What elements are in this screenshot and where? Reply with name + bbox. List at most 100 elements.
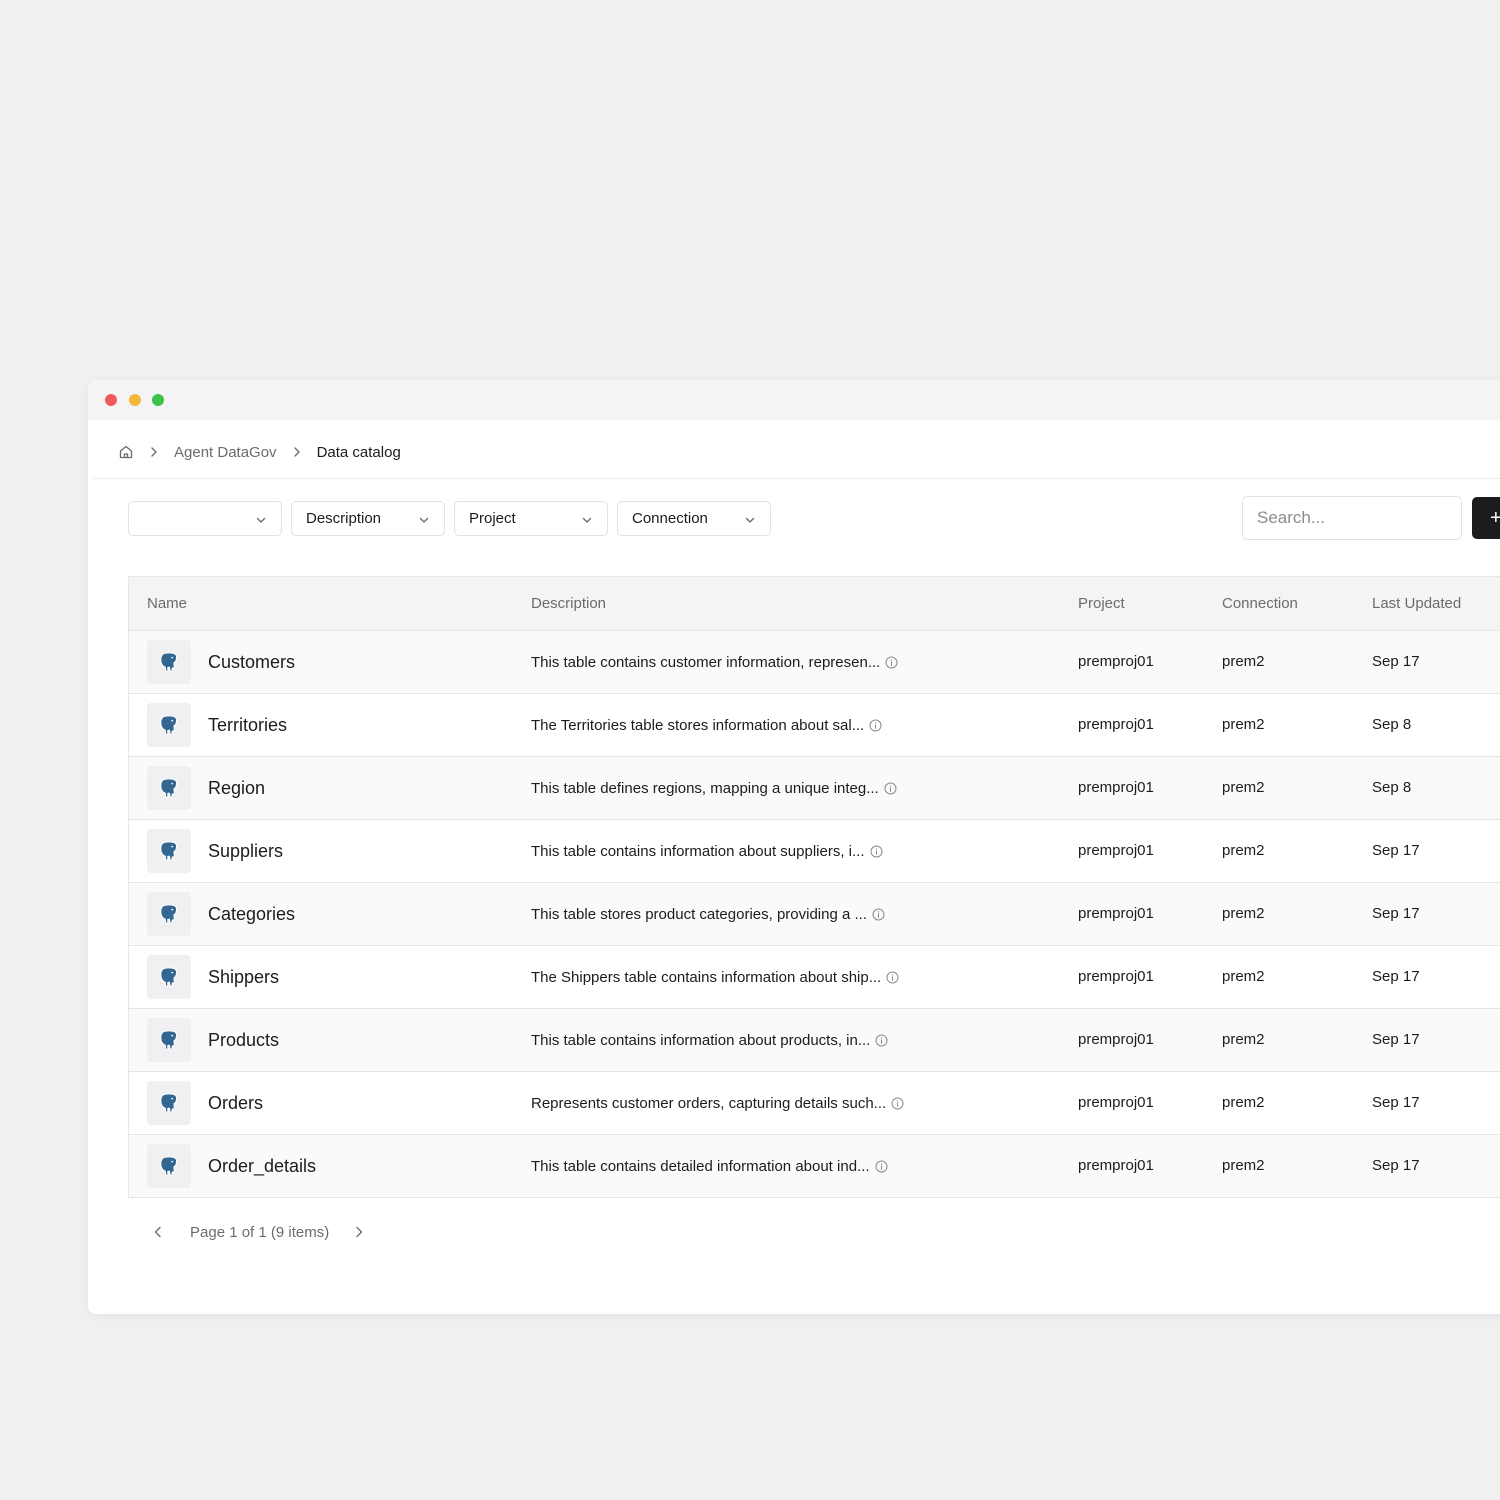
row-last-updated: Sep 17 [1372,905,1420,922]
row-description-text: This table contains customer information… [531,653,881,671]
title-bar [88,380,1500,420]
row-connection: prem2 [1222,1094,1265,1111]
info-icon[interactable] [870,845,883,858]
row-project: premproj01 [1078,653,1154,670]
table-row[interactable]: Shippers The Shippers table contains info… [129,946,1500,1009]
row-connection: prem2 [1222,1031,1265,1048]
row-last-updated: Sep 17 [1372,842,1420,859]
row-connection: prem2 [1222,968,1265,985]
table-row[interactable]: Territories The Territories table stores … [129,694,1500,757]
minimize-window-button[interactable] [129,394,141,406]
chevron-left-icon[interactable] [150,1224,166,1240]
app-window: Agent DataGov Data catalog Description P… [88,380,1500,1314]
row-name[interactable]: Products [208,1009,279,1071]
row-project: premproj01 [1078,1031,1154,1048]
row-description: The Shippers table contains information … [531,946,899,1008]
chevron-down-icon [255,513,267,525]
breadcrumb-current: Data catalog [316,443,401,461]
row-project: premproj01 [1078,779,1154,796]
row-description: Represents customer orders, capturing de… [531,1072,904,1134]
postgresql-elephant-icon [147,1144,191,1188]
info-icon[interactable] [875,1160,888,1173]
info-icon[interactable] [885,656,898,669]
row-connection: prem2 [1222,716,1265,733]
row-name[interactable]: Suppliers [208,820,283,882]
row-description-text: This table contains detailed information… [531,1157,870,1175]
table-row[interactable]: Region This table defines regions, mappin… [129,757,1500,820]
row-project: premproj01 [1078,1094,1154,1111]
row-name[interactable]: Orders [208,1072,263,1134]
row-description-text: The Shippers table contains information … [531,968,882,986]
postgresql-elephant-icon [147,955,191,999]
row-connection: prem2 [1222,653,1265,670]
row-connection: prem2 [1222,779,1265,796]
row-description: This table contains information about su… [531,820,883,882]
row-project: premproj01 [1078,1157,1154,1174]
close-window-button[interactable] [105,394,117,406]
row-description-text: Represents customer orders, capturing de… [531,1094,887,1112]
table-row[interactable]: Categories This table stores product cate… [129,883,1500,946]
filter-label: Connection [632,510,708,527]
table-row[interactable]: Products This table contains information … [129,1009,1500,1072]
filter-dropdown-project[interactable]: Project [454,501,608,536]
row-last-updated: Sep 8 [1372,779,1412,796]
chevron-right-icon[interactable] [351,1224,367,1240]
row-last-updated: Sep 17 [1372,1094,1420,1111]
row-connection: prem2 [1222,1157,1265,1174]
row-name[interactable]: Region [208,757,265,819]
filter-dropdown-connection[interactable]: Connection [617,501,771,536]
column-header-description[interactable]: Description [531,577,606,630]
info-icon[interactable] [875,1034,888,1047]
row-description-text: This table defines regions, mapping a un… [531,779,879,797]
search-input[interactable] [1242,496,1462,540]
row-description: This table contains information about pr… [531,1009,888,1071]
row-description-text: This table contains information about su… [531,842,865,860]
row-project: premproj01 [1078,905,1154,922]
postgresql-elephant-icon [147,703,191,747]
table-body: Customers This table contains customer in… [129,631,1500,1198]
home-icon[interactable] [118,444,134,460]
row-name[interactable]: Categories [208,883,295,945]
row-last-updated: Sep 17 [1372,653,1420,670]
row-name[interactable]: Territories [208,694,287,756]
postgresql-elephant-icon [147,892,191,936]
row-project: premproj01 [1078,842,1154,859]
postgresql-elephant-icon [147,1018,191,1062]
pagination: Page 1 of 1 (9 items) [150,1220,367,1244]
column-header-project[interactable]: Project [1078,577,1125,630]
info-icon[interactable] [869,719,882,732]
table-row[interactable]: Orders Represents customer orders, captur… [129,1072,1500,1135]
filter-dropdown-type[interactable] [128,501,282,536]
filter-dropdown-description[interactable]: Description [291,501,445,536]
column-header-last-updated[interactable]: Last Updated [1372,577,1461,630]
column-header-connection[interactable]: Connection [1222,577,1298,630]
info-icon[interactable] [884,782,897,795]
table-row[interactable]: Order_details This table contains detaile… [129,1135,1500,1198]
chevron-down-icon [418,513,430,525]
row-last-updated: Sep 17 [1372,968,1420,985]
row-name[interactable]: Customers [208,631,295,693]
table-row[interactable]: Suppliers This table contains information… [129,820,1500,883]
info-icon[interactable] [886,971,899,984]
row-description: This table contains customer information… [531,631,898,693]
column-header-name[interactable]: Name [147,577,187,630]
add-button[interactable]: + [1472,497,1500,539]
row-last-updated: Sep 17 [1372,1031,1420,1048]
row-name[interactable]: Order_details [208,1135,316,1197]
chevron-down-icon [744,513,756,525]
postgresql-elephant-icon [147,766,191,810]
filter-label: Description [306,510,382,527]
pagination-status: Page 1 of 1 (9 items) [190,1223,330,1241]
row-connection: prem2 [1222,905,1265,922]
maximize-window-button[interactable] [152,394,164,406]
row-description-text: The Territories table stores information… [531,716,865,734]
info-icon[interactable] [891,1097,904,1110]
info-icon[interactable] [872,908,885,921]
breadcrumb-parent[interactable]: Agent DataGov [174,444,277,461]
postgresql-elephant-icon [147,1081,191,1125]
row-name[interactable]: Shippers [208,946,279,1008]
row-connection: prem2 [1222,842,1265,859]
chevron-down-icon [581,513,593,525]
row-description: This table stores product categories, pr… [531,883,885,945]
table-row[interactable]: Customers This table contains customer in… [129,631,1500,694]
